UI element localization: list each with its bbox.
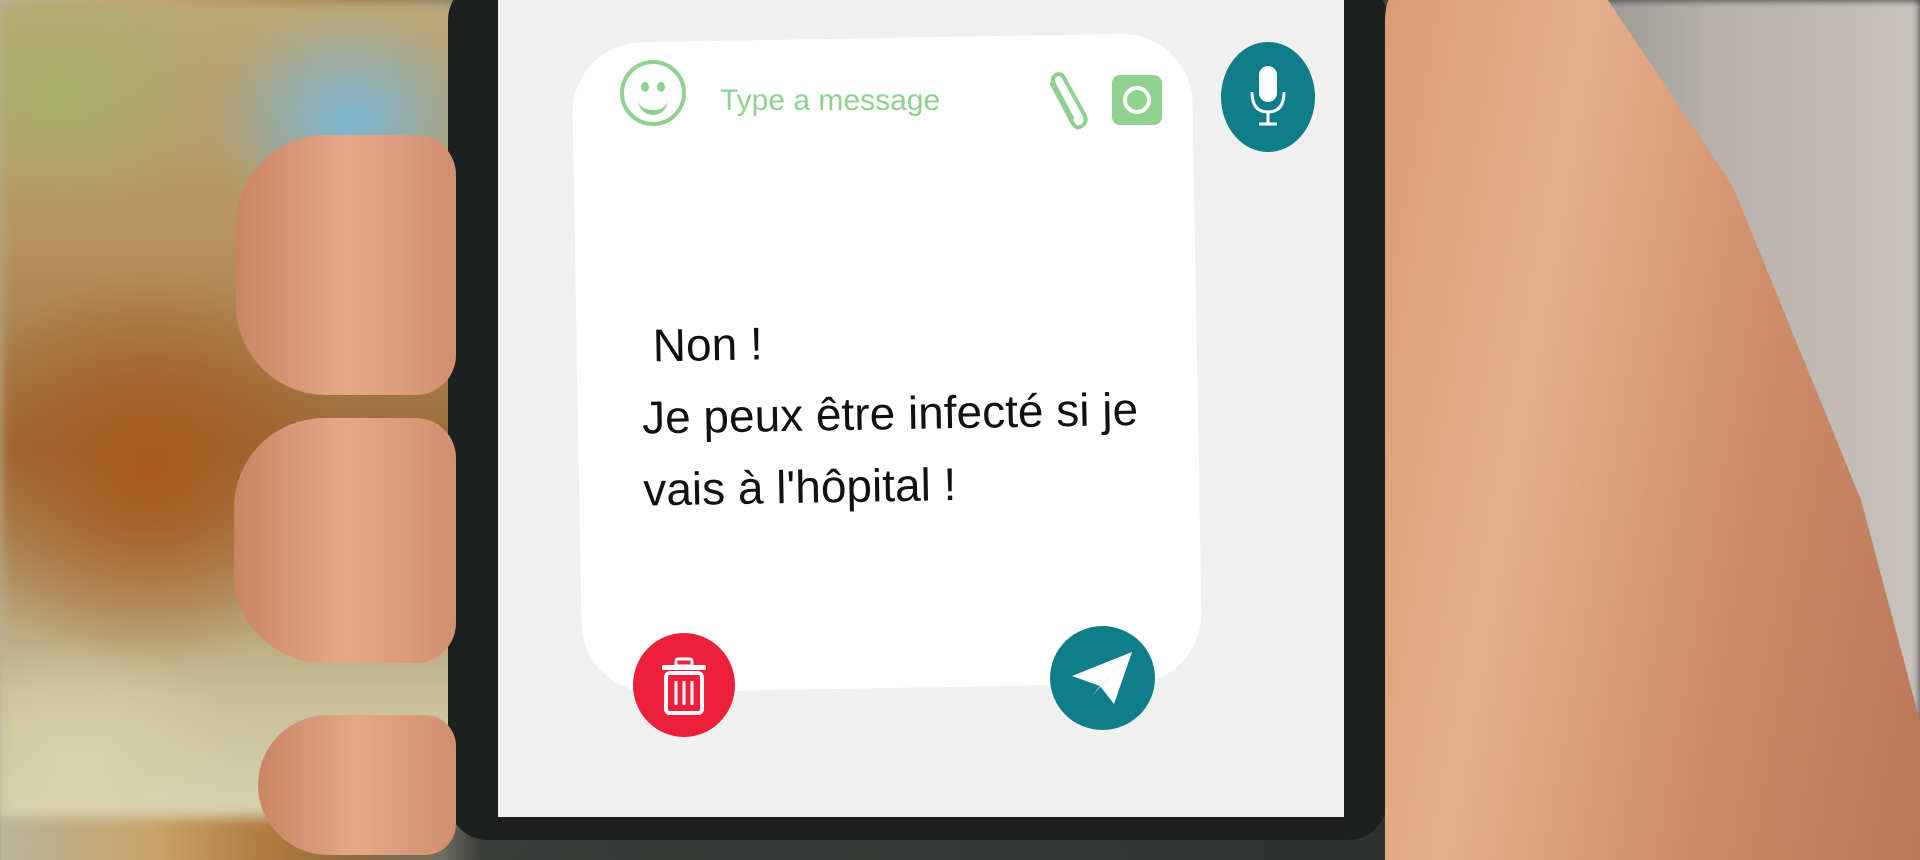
trash-icon <box>662 657 706 715</box>
finger <box>258 715 456 855</box>
paperclip-icon[interactable] <box>1042 70 1090 132</box>
message-line: vais à l'hôpital ! <box>642 458 957 516</box>
smiley-icon[interactable] <box>620 60 686 126</box>
background-left <box>0 0 470 817</box>
send-button[interactable] <box>1050 626 1155 730</box>
emoji-eye <box>657 82 665 92</box>
finger <box>234 418 456 663</box>
finger <box>236 135 456 395</box>
message-line: Non ! <box>652 317 764 372</box>
delete-button[interactable] <box>633 633 735 737</box>
message-line: Je peux être infecté si je <box>641 382 1139 444</box>
emoji-mouth <box>638 94 668 115</box>
message-input-placeholder[interactable]: Type a message <box>720 84 940 118</box>
microphone-icon <box>1250 66 1286 126</box>
microphone-button[interactable] <box>1221 42 1315 152</box>
camera-icon[interactable] <box>1112 75 1162 125</box>
paper-plane-icon <box>1072 652 1132 704</box>
emoji-eye <box>641 82 649 92</box>
message-text[interactable]: Non ! Je peux être infecté si je vais à … <box>640 300 1164 525</box>
